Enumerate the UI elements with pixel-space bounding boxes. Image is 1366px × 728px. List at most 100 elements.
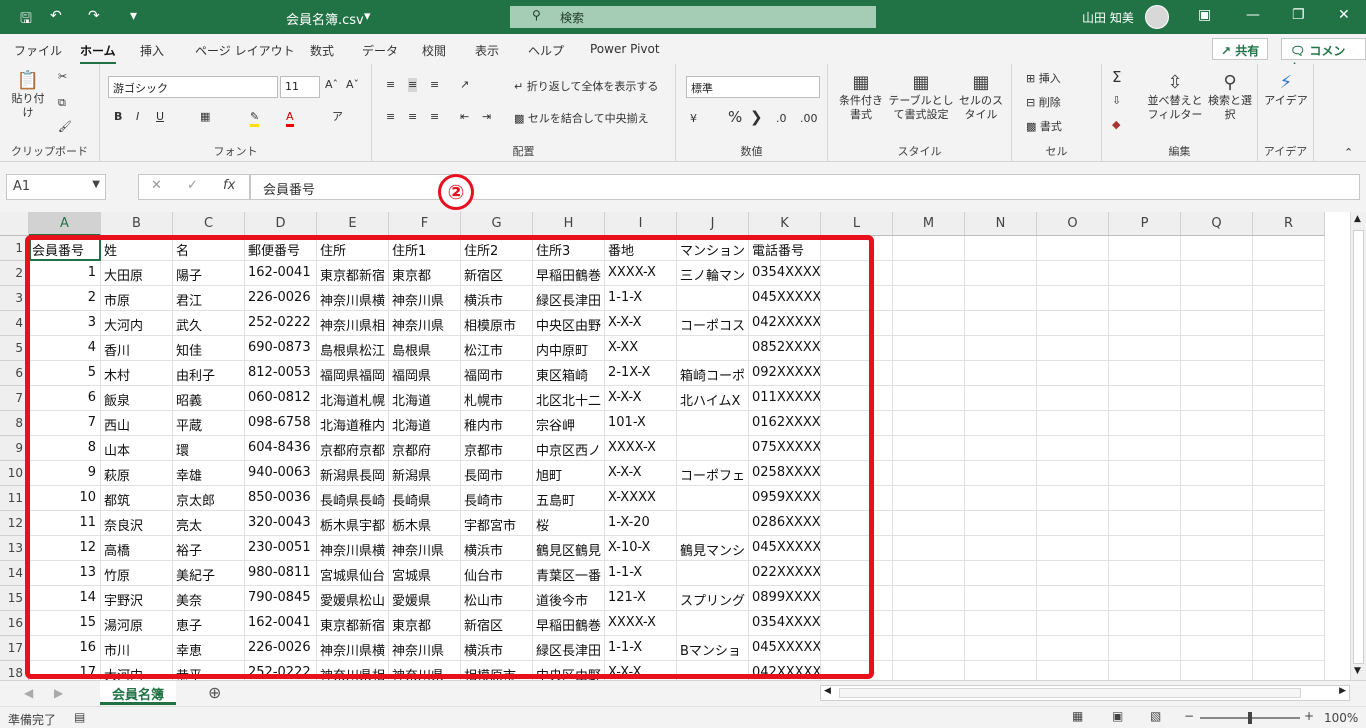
table-cell[interactable]: [1109, 261, 1181, 286]
row-header[interactable]: 3: [0, 286, 29, 311]
table-cell[interactable]: 12: [29, 536, 101, 561]
table-cell[interactable]: [1181, 386, 1253, 411]
format-as-table-button[interactable]: ▦ テーブルとして書式設定: [888, 72, 954, 122]
table-cell[interactable]: マンション: [677, 236, 749, 261]
table-cell[interactable]: [677, 436, 749, 461]
table-cell[interactable]: 旭町: [533, 461, 605, 486]
column-header[interactable]: A: [29, 212, 101, 236]
table-cell[interactable]: [893, 461, 965, 486]
table-cell[interactable]: 2: [29, 286, 101, 311]
table-cell[interactable]: 松山市: [461, 586, 533, 611]
table-cell[interactable]: 都筑: [101, 486, 173, 511]
table-cell[interactable]: 会員番号: [29, 236, 101, 261]
user-name[interactable]: 山田 知美: [1082, 9, 1134, 26]
font-color-icon[interactable]: A: [286, 110, 294, 127]
table-cell[interactable]: [893, 636, 965, 661]
table-cell[interactable]: 230-0051: [245, 536, 317, 561]
table-cell[interactable]: 宇野沢: [101, 586, 173, 611]
close-icon[interactable]: ✕: [1338, 7, 1350, 23]
table-cell[interactable]: 940-0063: [245, 461, 317, 486]
row-header[interactable]: 6: [0, 361, 29, 386]
table-cell[interactable]: [965, 311, 1037, 336]
table-cell[interactable]: [893, 486, 965, 511]
increase-decimal-icon[interactable]: .0: [776, 112, 787, 126]
orientation-icon[interactable]: ↗: [460, 78, 469, 92]
tab-data[interactable]: データ: [362, 42, 398, 59]
tab-help[interactable]: ヘルプ: [528, 42, 564, 59]
table-cell[interactable]: 京都府京都: [317, 436, 389, 461]
table-cell[interactable]: [1109, 286, 1181, 311]
column-header[interactable]: J: [677, 212, 749, 236]
table-cell[interactable]: [1253, 611, 1325, 636]
table-cell[interactable]: [965, 511, 1037, 536]
table-cell[interactable]: 045XXXXXXX: [749, 636, 821, 661]
row-header[interactable]: 9: [0, 436, 29, 461]
column-header[interactable]: G: [461, 212, 533, 236]
table-cell[interactable]: 北区北十二: [533, 386, 605, 411]
clear-icon[interactable]: ◆: [1112, 118, 1120, 132]
table-cell[interactable]: [893, 586, 965, 611]
table-cell[interactable]: 長崎市: [461, 486, 533, 511]
table-cell[interactable]: [1109, 411, 1181, 436]
table-cell[interactable]: [893, 386, 965, 411]
table-cell[interactable]: [893, 336, 965, 361]
table-cell[interactable]: 道後今市: [533, 586, 605, 611]
table-cell[interactable]: 121-X: [605, 586, 677, 611]
table-cell[interactable]: [965, 461, 1037, 486]
table-cell[interactable]: [965, 386, 1037, 411]
column-header[interactable]: O: [1037, 212, 1109, 236]
table-cell[interactable]: [1253, 536, 1325, 561]
table-cell[interactable]: X-X-X: [605, 311, 677, 336]
table-cell[interactable]: [1037, 336, 1109, 361]
zoom-slider[interactable]: [1200, 712, 1300, 724]
next-sheet-icon[interactable]: ▶: [54, 686, 63, 700]
scroll-right-icon[interactable]: ▶: [1339, 686, 1346, 696]
table-cell[interactable]: 0162XXXXXX: [749, 411, 821, 436]
table-cell[interactable]: [1037, 311, 1109, 336]
table-cell[interactable]: [1037, 511, 1109, 536]
table-cell[interactable]: 京都市: [461, 436, 533, 461]
table-cell[interactable]: 中京区西ノ: [533, 436, 605, 461]
table-cell[interactable]: 住所3: [533, 236, 605, 261]
table-cell[interactable]: 姓: [101, 236, 173, 261]
table-cell[interactable]: 横浜市: [461, 536, 533, 561]
column-header[interactable]: R: [1253, 212, 1325, 236]
table-cell[interactable]: 山本: [101, 436, 173, 461]
table-cell[interactable]: 宇都宮市: [461, 511, 533, 536]
align-top-icon[interactable]: ≡: [386, 78, 395, 92]
table-cell[interactable]: 1-1-X: [605, 561, 677, 586]
table-cell[interactable]: 14: [29, 586, 101, 611]
formula-input[interactable]: 会員番号: [250, 174, 1360, 200]
table-cell[interactable]: [965, 436, 1037, 461]
column-header[interactable]: C: [173, 212, 245, 236]
cancel-icon[interactable]: ✕: [151, 178, 162, 193]
table-cell[interactable]: [821, 361, 893, 386]
table-cell[interactable]: 022XXXXXXX: [749, 561, 821, 586]
table-cell[interactable]: 東京都: [389, 611, 461, 636]
decrease-decimal-icon[interactable]: .00: [800, 112, 818, 126]
table-cell[interactable]: 北海道稚内: [317, 411, 389, 436]
font-size-select[interactable]: 11: [280, 76, 320, 98]
table-cell[interactable]: [1109, 311, 1181, 336]
table-cell[interactable]: 1-1-X: [605, 636, 677, 661]
bold-icon[interactable]: B: [114, 110, 122, 124]
scroll-up-icon[interactable]: ▲: [1354, 214, 1361, 224]
table-cell[interactable]: 陽子: [173, 261, 245, 286]
table-cell[interactable]: 604-8436: [245, 436, 317, 461]
table-cell[interactable]: [821, 536, 893, 561]
table-cell[interactable]: 2-1X-X: [605, 361, 677, 386]
table-cell[interactable]: [821, 286, 893, 311]
table-cell[interactable]: [821, 486, 893, 511]
table-cell[interactable]: 幸雄: [173, 461, 245, 486]
table-cell[interactable]: [1109, 561, 1181, 586]
table-cell[interactable]: 北海道札幌: [317, 386, 389, 411]
table-cell[interactable]: [893, 511, 965, 536]
table-cell[interactable]: [1181, 311, 1253, 336]
table-cell[interactable]: 0354XXXXXX: [749, 261, 821, 286]
table-cell[interactable]: [1181, 461, 1253, 486]
table-cell[interactable]: 住所2: [461, 236, 533, 261]
table-cell[interactable]: 郵便番号: [245, 236, 317, 261]
table-cell[interactable]: [821, 261, 893, 286]
row-header[interactable]: 5: [0, 336, 29, 361]
table-cell[interactable]: 11: [29, 511, 101, 536]
